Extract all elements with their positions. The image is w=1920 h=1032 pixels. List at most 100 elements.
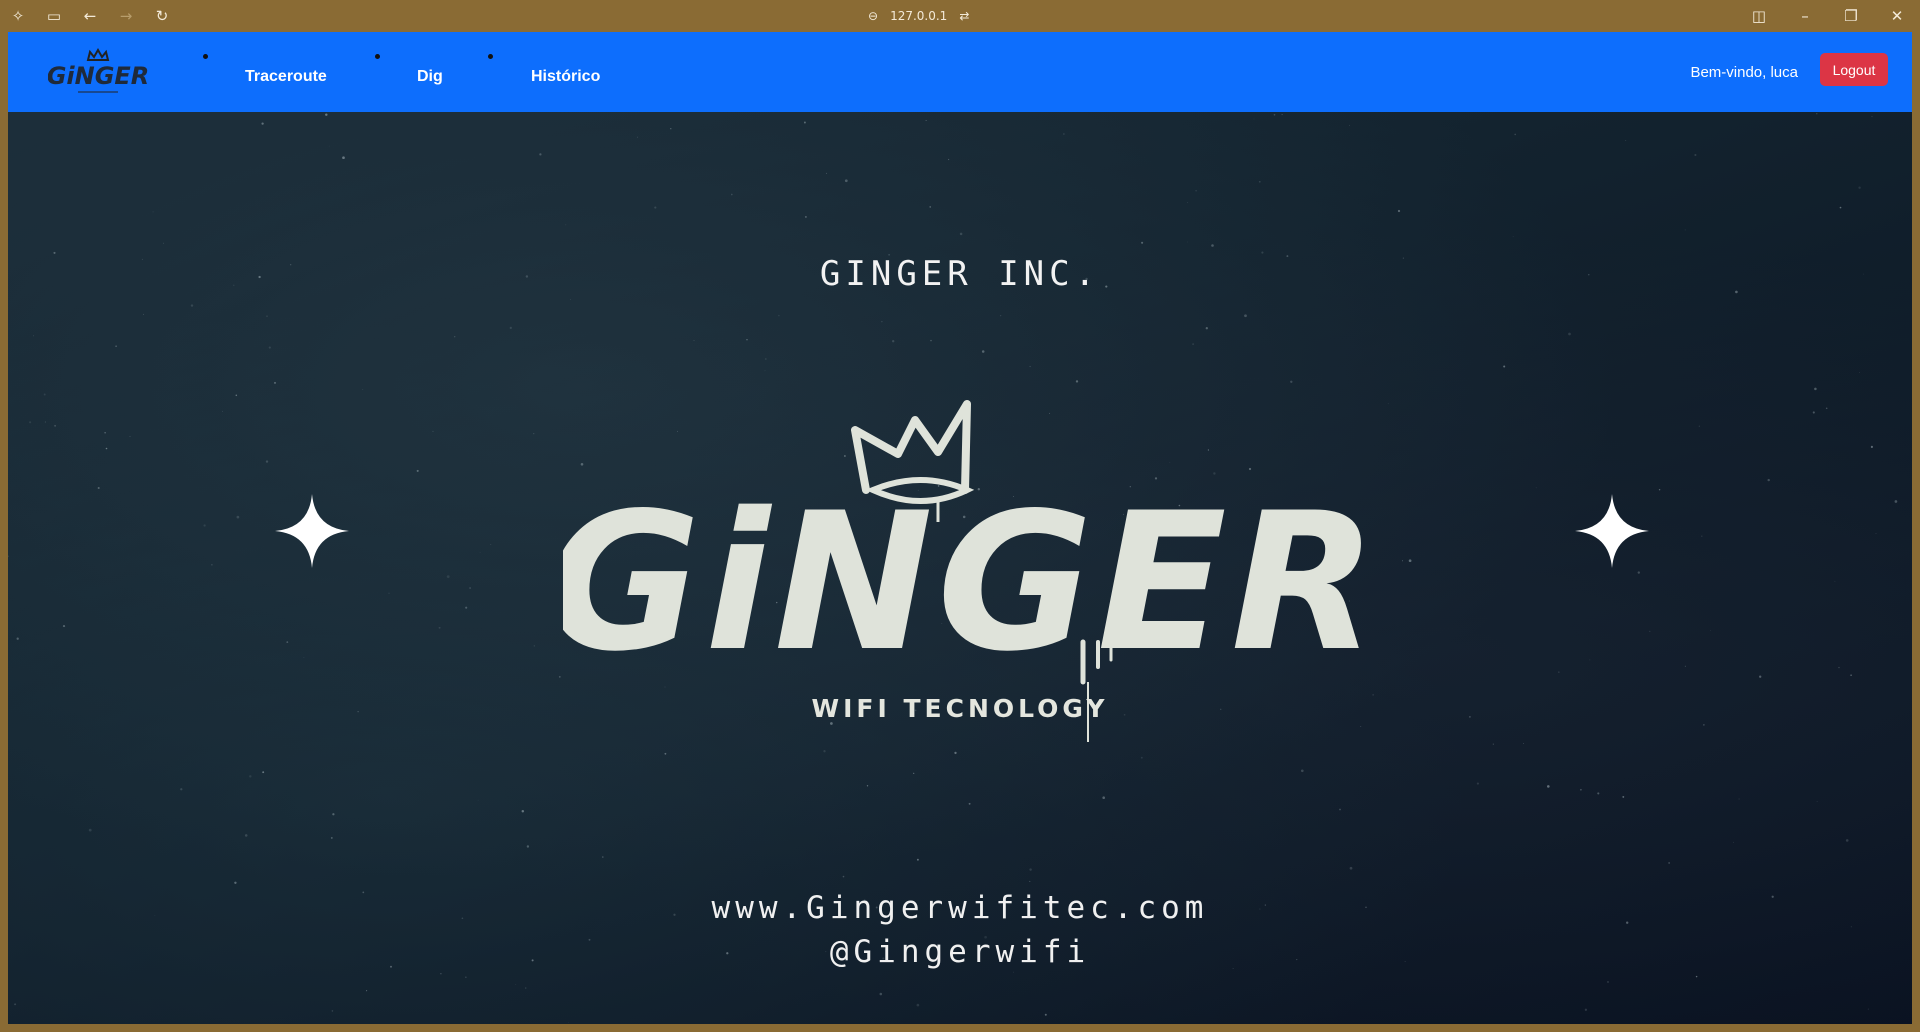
- speckle: [916, 1003, 920, 1007]
- speckle: [925, 120, 927, 121]
- speckle: [929, 206, 932, 208]
- speckle: [163, 242, 165, 244]
- speckle: [29, 421, 32, 424]
- address-bar[interactable]: ⊖ 127.0.0.1 ⇄: [868, 6, 969, 26]
- speckle: [1244, 314, 1247, 318]
- speckle: [249, 775, 252, 778]
- speckle: [1063, 133, 1065, 135]
- speckle: [268, 346, 271, 349]
- ginger-logo: GiNGER: [563, 400, 1363, 742]
- speckle: [97, 486, 100, 490]
- speckle: [1584, 1008, 1588, 1011]
- speckle: [1589, 659, 1591, 661]
- speckle: [440, 973, 442, 975]
- speckle: [881, 321, 883, 323]
- speckle: [844, 179, 848, 183]
- nav-bullet: [203, 54, 208, 59]
- website-text[interactable]: www.Gingerwifitec.com: [8, 890, 1912, 926]
- brand-logo[interactable]: GiNGER: [48, 46, 148, 98]
- speckle: [1397, 209, 1401, 213]
- page-viewport: GiNGER Traceroute Dig Histórico Bem-vind…: [8, 32, 1912, 1024]
- speckle: [303, 657, 305, 659]
- speckle: [509, 326, 512, 330]
- speckle: [1029, 880, 1031, 882]
- speckle: [331, 1010, 334, 1012]
- speckle: [1850, 926, 1852, 928]
- sparkle-icon: [275, 494, 349, 568]
- minimize-icon[interactable]: –: [1782, 0, 1828, 32]
- speckle: [14, 1003, 17, 1006]
- speckle: [1102, 796, 1105, 799]
- speckle: [1013, 971, 1014, 973]
- speckle: [234, 881, 237, 884]
- speckle: [515, 983, 517, 985]
- speckle: [1894, 500, 1898, 503]
- speckle: [265, 460, 269, 463]
- speckle: [236, 515, 240, 519]
- browser-toolbar: ✧ ▭ ← → ↻ ⊖ 127.0.0.1 ⇄ ◫ – ❐ ✕: [0, 0, 1920, 32]
- speckle: [1767, 478, 1770, 482]
- speckle: [1281, 114, 1283, 116]
- speckle: [959, 232, 963, 236]
- speckle: [1668, 862, 1670, 864]
- speckle: [332, 813, 335, 816]
- speckle: [1625, 140, 1627, 141]
- forward-icon[interactable]: →: [108, 0, 144, 32]
- speckle: [1694, 153, 1697, 157]
- address-text[interactable]: 127.0.0.1: [890, 9, 947, 23]
- speckle: [1044, 1013, 1047, 1016]
- speckle: [1205, 327, 1208, 330]
- speckle: [453, 335, 456, 338]
- copilot-icon[interactable]: ✧: [0, 0, 36, 32]
- speckle: [1845, 839, 1849, 842]
- speckle: [1476, 782, 1479, 785]
- speckle: [362, 388, 364, 390]
- speckle: [1568, 332, 1571, 336]
- nav-link-traceroute[interactable]: Traceroute: [245, 68, 327, 86]
- nav-link-historico[interactable]: Histórico: [531, 68, 600, 86]
- speckle: [129, 435, 131, 437]
- speckle: [330, 836, 333, 839]
- speckle: [1557, 671, 1560, 674]
- speckle: [203, 524, 206, 527]
- speckle: [54, 424, 57, 427]
- nav-link-dig[interactable]: Dig: [417, 68, 443, 86]
- speckle: [1492, 743, 1494, 745]
- sidebar-icon[interactable]: ▭: [36, 0, 72, 32]
- speckle: [465, 976, 467, 978]
- speckle: [1637, 571, 1640, 574]
- speckle: [438, 626, 441, 629]
- speckle: [286, 641, 289, 643]
- speckle: [325, 113, 328, 116]
- speckle: [1710, 630, 1711, 631]
- speckle: [524, 987, 527, 989]
- speckle: [328, 145, 330, 147]
- logout-button[interactable]: Logout: [1820, 53, 1888, 86]
- speckle: [190, 304, 194, 307]
- nav-bullet: [375, 54, 380, 59]
- speckle: [1684, 229, 1686, 231]
- back-icon[interactable]: ←: [72, 0, 108, 32]
- restore-icon[interactable]: ❐: [1828, 0, 1874, 32]
- speckle: [273, 381, 277, 384]
- speckle: [1029, 868, 1032, 871]
- speckle: [1512, 236, 1514, 238]
- speckle: [866, 785, 869, 787]
- speckle: [804, 215, 807, 218]
- speckle: [465, 606, 468, 609]
- speckle: [261, 122, 264, 125]
- speckle: [1349, 866, 1353, 870]
- hero-banner: GINGER INC. GiNGER WIFI TECNOLOGY www.Gi…: [8, 112, 1912, 1024]
- split-view-icon[interactable]: ◫: [1736, 0, 1782, 32]
- tune-icon[interactable]: ⇄: [959, 9, 969, 23]
- refresh-icon[interactable]: ↻: [144, 0, 180, 32]
- speckle: [1733, 841, 1734, 843]
- speckle: [693, 340, 695, 342]
- speckle: [1348, 124, 1350, 126]
- speckle: [469, 587, 472, 589]
- speckle: [1850, 674, 1852, 677]
- close-icon[interactable]: ✕: [1874, 0, 1920, 32]
- speckle: [479, 552, 481, 553]
- speckle: [222, 410, 224, 412]
- speckle: [1523, 743, 1525, 745]
